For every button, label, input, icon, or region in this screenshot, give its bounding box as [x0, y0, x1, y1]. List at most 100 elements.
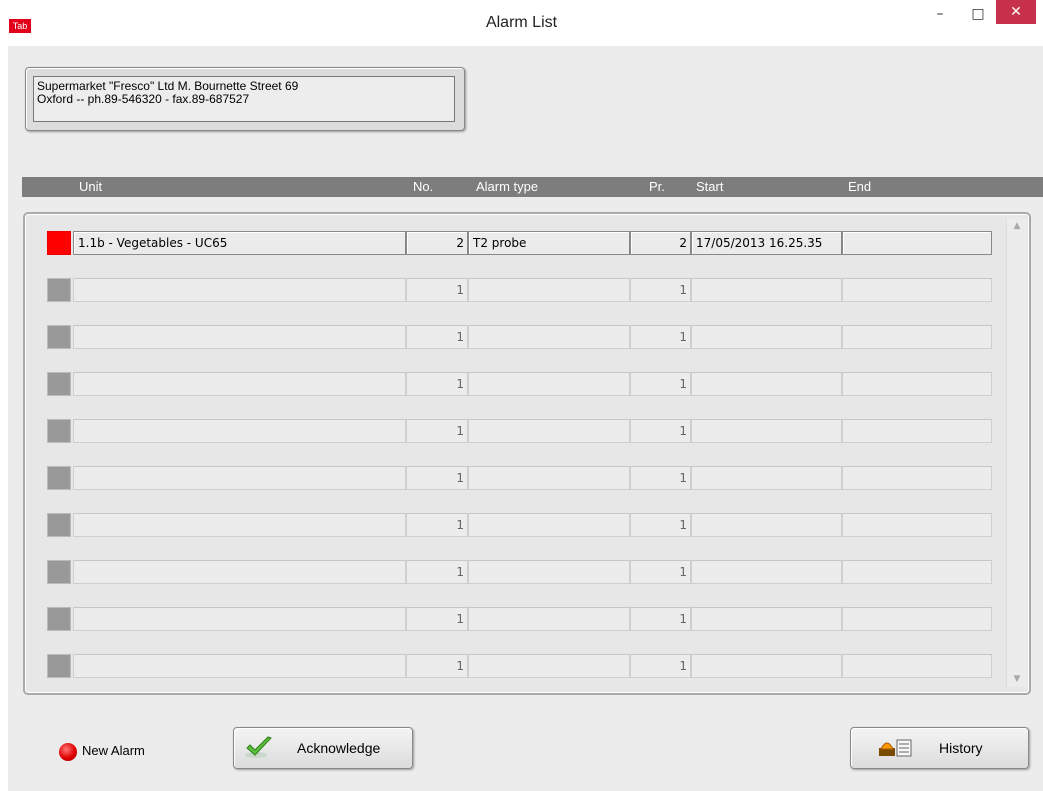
table-row[interactable]: 11 [47, 654, 992, 678]
alarm-type-cell [468, 325, 630, 349]
pr-cell: 1 [630, 560, 691, 584]
start-cell [691, 607, 842, 631]
unit-cell [73, 560, 406, 584]
unit-cell [73, 607, 406, 631]
table-row[interactable]: 11 [47, 466, 992, 490]
pr-cell: 1 [630, 325, 691, 349]
end-cell [842, 513, 992, 537]
end-cell [842, 654, 992, 678]
end-cell [842, 607, 992, 631]
no-cell: 1 [406, 513, 468, 537]
no-cell: 1 [406, 278, 468, 302]
table-row[interactable]: 11 [47, 513, 992, 537]
alarm-type-cell [468, 278, 630, 302]
pr-cell: 1 [630, 278, 691, 302]
end-cell [842, 325, 992, 349]
end-cell [842, 560, 992, 584]
alarm-type-cell: T2 probe [468, 231, 630, 255]
alarm-idle-indicator [47, 325, 71, 349]
alarm-light-icon [879, 739, 912, 757]
end-cell [842, 278, 992, 302]
acknowledge-button[interactable]: Acknowledge [233, 727, 413, 769]
pr-cell: 1 [630, 654, 691, 678]
alarm-idle-indicator [47, 372, 71, 396]
no-cell: 1 [406, 466, 468, 490]
pr-cell: 1 [630, 372, 691, 396]
unit-cell [73, 419, 406, 443]
alarm-grid: ▲ ▼ 1.1b - Vegetables - UC65 2 T2 probe 2 17… [23, 212, 1031, 695]
alarm-idle-indicator [47, 607, 71, 631]
pr-cell: 1 [630, 466, 691, 490]
address-panel: Supermarket "Fresco" Ltd M. Bournette St… [25, 67, 465, 131]
check-icon [245, 736, 272, 758]
start-cell [691, 278, 842, 302]
col-alarm-type: Alarm type [476, 179, 539, 194]
alarm-idle-indicator [47, 560, 71, 584]
maximize-button[interactable]: □ [964, 0, 992, 28]
start-cell [691, 466, 842, 490]
table-row[interactable]: 1.1b - Vegetables - UC65 2 T2 probe 2 17/05/… [47, 231, 992, 255]
unit-cell: 1.1b - Vegetables - UC65 [73, 231, 406, 255]
unit-cell [73, 466, 406, 490]
start-cell [691, 513, 842, 537]
new-alarm-label: New Alarm [82, 743, 145, 758]
alarm-idle-indicator [47, 466, 71, 490]
alarm-type-cell [468, 560, 630, 584]
alarm-type-cell [468, 466, 630, 490]
table-row[interactable]: 11 [47, 560, 992, 584]
scroll-down-icon[interactable]: ▼ [1007, 671, 1027, 687]
minimize-button[interactable]: – [926, 0, 954, 28]
alarm-type-cell [468, 654, 630, 678]
end-cell [842, 231, 992, 255]
no-cell: 1 [406, 560, 468, 584]
end-cell [842, 419, 992, 443]
pr-cell: 1 [630, 513, 691, 537]
alarm-idle-indicator [47, 654, 71, 678]
alarm-type-cell [468, 513, 630, 537]
pr-cell: 2 [630, 231, 691, 255]
unit-cell [73, 325, 406, 349]
start-cell [691, 654, 842, 678]
no-cell: 1 [406, 607, 468, 631]
acknowledge-label: Acknowledge [297, 740, 381, 756]
start-cell [691, 325, 842, 349]
col-no: No. [413, 179, 434, 194]
alarm-active-indicator [47, 231, 71, 255]
alarm-idle-indicator [47, 419, 71, 443]
start-cell [691, 372, 842, 396]
address-line-2: Oxford -- ph.89-546320 - fax.89-687527 [37, 92, 250, 106]
scroll-up-icon[interactable]: ▲ [1007, 218, 1027, 234]
unit-cell [73, 654, 406, 678]
table-row[interactable]: 11 [47, 419, 992, 443]
no-cell: 1 [406, 419, 468, 443]
table-row[interactable]: 11 [47, 325, 992, 349]
no-cell: 2 [406, 231, 468, 255]
unit-cell [73, 372, 406, 396]
alarm-idle-indicator [47, 513, 71, 537]
alarm-type-cell [468, 607, 630, 631]
pr-cell: 1 [630, 419, 691, 443]
table-row[interactable]: 11 [47, 607, 992, 631]
close-button[interactable]: ✕ [996, 0, 1036, 24]
red-led-icon [59, 743, 77, 761]
end-cell [842, 372, 992, 396]
alarm-type-cell [468, 372, 630, 396]
table-row[interactable]: 11 [47, 278, 992, 302]
window-title: Alarm List [485, 14, 558, 31]
history-button[interactable]: History [850, 727, 1029, 769]
column-header: Unit No. Alarm type Pr. Start End [22, 177, 1043, 197]
alarm-type-cell [468, 419, 630, 443]
scrollbar[interactable]: ▲ ▼ [1006, 218, 1027, 687]
start-cell: 17/05/2013 16.25.35 [691, 231, 842, 255]
col-unit: Unit [79, 179, 103, 194]
no-cell: 1 [406, 372, 468, 396]
col-end: End [848, 179, 872, 194]
col-pr: Pr. [649, 179, 665, 194]
start-cell [691, 419, 842, 443]
address-box: Supermarket "Fresco" Ltd M. Bournette St… [33, 76, 455, 122]
no-cell: 1 [406, 654, 468, 678]
alarm-idle-indicator [47, 278, 71, 302]
table-row[interactable]: 11 [47, 372, 992, 396]
history-label: History [939, 740, 983, 756]
pr-cell: 1 [630, 607, 691, 631]
